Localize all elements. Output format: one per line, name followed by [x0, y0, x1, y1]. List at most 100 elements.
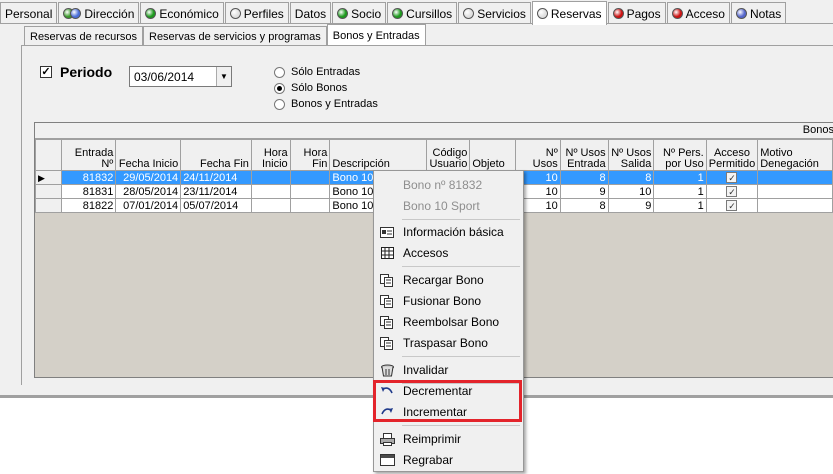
tab-direccion[interactable]: Dirección: [58, 2, 140, 24]
copy-pages-icon: [379, 336, 395, 350]
acceso-checkbox[interactable]: ✓: [726, 200, 738, 211]
info-card-icon: [379, 225, 395, 239]
table-cell[interactable]: 28/05/2014: [115, 184, 182, 199]
col-codigo-usuario[interactable]: Código Usuario: [426, 139, 471, 171]
tab-reservas-servicios[interactable]: Reservas de servicios y programas: [143, 26, 327, 46]
grid-group-header: Bonos: [35, 123, 833, 139]
col-objeto[interactable]: Objeto: [469, 139, 517, 171]
table-cell[interactable]: [250, 170, 291, 185]
tab-socio[interactable]: Socio: [332, 2, 387, 24]
table-cell[interactable]: 8: [559, 170, 609, 185]
col-entrada[interactable]: Entrada Nº: [60, 139, 117, 171]
menu-reembolsar-bono[interactable]: Reembolsar Bono: [376, 312, 521, 332]
trash-icon: [379, 363, 395, 377]
acceso-checkbox[interactable]: ✓: [726, 186, 738, 197]
table-cell[interactable]: 1: [653, 198, 707, 213]
table-cell[interactable]: 29/05/2014: [115, 170, 182, 185]
periodo-filter: ✓ Periodo: [40, 64, 112, 80]
table-cell[interactable]: 8: [559, 198, 609, 213]
radio-solo-bonos[interactable]: Sólo Bonos: [274, 80, 378, 96]
col-fecha-fin[interactable]: Fecha Fin: [180, 139, 252, 171]
table-cell[interactable]: 81832: [60, 170, 117, 185]
row-indicator[interactable]: [35, 184, 62, 199]
acceso-checkbox[interactable]: ✓: [726, 172, 738, 183]
radio-bonos-entradas[interactable]: Bonos y Entradas: [274, 96, 378, 112]
sub-tab-strip: Reservas de recursos Reservas de servici…: [24, 24, 426, 46]
table-cell[interactable]: 9: [607, 198, 655, 213]
table-cell[interactable]: [250, 198, 291, 213]
table-cell[interactable]: 81822: [60, 198, 117, 213]
col-usos[interactable]: Nº Usos: [515, 139, 561, 171]
radio-solo-entradas[interactable]: Sólo Entradas: [274, 64, 378, 80]
tab-label: Notas: [749, 6, 782, 21]
table-cell[interactable]: 1: [653, 170, 707, 185]
status-dot-icon: [463, 8, 475, 19]
context-menu: Bono nº 81832 Bono 10 Sport Información …: [373, 170, 524, 472]
acceso-cell[interactable]: ✓: [705, 184, 759, 199]
chevron-down-icon[interactable]: ▼: [216, 67, 231, 86]
table-cell[interactable]: 10: [607, 184, 655, 199]
row-indicator[interactable]: [35, 198, 62, 213]
col-acceso[interactable]: Acceso Permitido: [705, 139, 759, 171]
table-cell[interactable]: [757, 170, 833, 185]
menu-recargar-bono[interactable]: Recargar Bono: [376, 270, 521, 290]
menu-header-bono-number: Bono nº 81832: [403, 178, 483, 192]
menu-accesos[interactable]: Accesos: [376, 243, 521, 263]
table-cell[interactable]: 8: [607, 170, 655, 185]
tab-pagos[interactable]: Pagos: [607, 2, 666, 24]
status-dot-icon: [337, 8, 349, 19]
status-dot-icon: [392, 8, 404, 19]
table-cell[interactable]: 24/11/2014: [180, 170, 252, 185]
tab-cursillos[interactable]: Cursillos: [387, 2, 458, 24]
top-tab-strip: Personal Dirección Económico Perfiles Datos S…: [0, 1, 787, 25]
table-cell[interactable]: 81831: [60, 184, 117, 199]
highlight-box: [373, 380, 522, 422]
table-cell[interactable]: 23/11/2014: [180, 184, 252, 199]
tab-personal[interactable]: Personal: [0, 2, 58, 24]
menu-fusionar-bono[interactable]: Fusionar Bono: [376, 291, 521, 311]
tab-economico[interactable]: Económico: [140, 2, 224, 24]
tab-reservas-recursos[interactable]: Reservas de recursos: [24, 26, 143, 46]
col-pers-uso[interactable]: Nº Pers. por Uso: [653, 139, 707, 171]
row-indicator[interactable]: ▶: [35, 170, 62, 185]
table-cell[interactable]: 07/01/2014: [115, 198, 182, 213]
menu-traspasar-bono[interactable]: Traspasar Bono: [376, 333, 521, 353]
col-motivo[interactable]: Motivo Denegación: [757, 139, 833, 171]
table-cell[interactable]: 1: [653, 184, 707, 199]
tab-reservas[interactable]: Reservas: [531, 1, 607, 25]
copy-pages-icon: [379, 315, 395, 329]
menu-reimprimir[interactable]: Reimprimir: [376, 429, 521, 449]
col-hora-fin[interactable]: Hora Fin: [289, 139, 331, 171]
menu-informacion-basica[interactable]: Información básica: [376, 222, 521, 242]
tab-servicios[interactable]: Servicios: [458, 2, 531, 24]
col-usos-salida[interactable]: Nº Usos Salida: [607, 139, 655, 171]
menu-invalidar[interactable]: Invalidar: [376, 360, 521, 380]
tab-label: Cursillos: [406, 6, 453, 21]
periodo-checkbox[interactable]: ✓: [40, 66, 52, 78]
col-fecha-inicio[interactable]: Fecha Inicio: [115, 139, 182, 171]
col-descripcion[interactable]: Descripción: [329, 139, 428, 171]
tab-acceso[interactable]: Acceso: [666, 2, 730, 24]
acceso-cell[interactable]: ✓: [705, 170, 759, 185]
table-cell[interactable]: [289, 184, 331, 199]
tab-label: Dirección: [84, 6, 135, 21]
copy-pages-icon: [379, 294, 395, 308]
tab-perfiles[interactable]: Perfiles: [224, 2, 289, 24]
tab-bonos-entradas[interactable]: Bonos y Entradas: [326, 24, 426, 46]
col-hora-inicio[interactable]: Hora Inicio: [250, 139, 291, 171]
tab-notas[interactable]: Notas: [730, 2, 787, 24]
table-cell[interactable]: [289, 170, 331, 185]
status-dot-icon: [145, 8, 157, 19]
table-cell[interactable]: 9: [559, 184, 609, 199]
table-cell[interactable]: [289, 198, 331, 213]
table-cell[interactable]: [757, 198, 833, 213]
col-usos-entrada[interactable]: Nº Usos Entrada: [559, 139, 609, 171]
table-cell[interactable]: 05/07/2014: [180, 198, 252, 213]
acceso-cell[interactable]: ✓: [705, 198, 759, 213]
table-cell[interactable]: [757, 184, 833, 199]
status-dot-icon: [229, 8, 241, 19]
date-picker[interactable]: 03/06/2014 ▼: [129, 66, 232, 87]
menu-regrabar[interactable]: Regrabar: [376, 450, 521, 470]
table-cell[interactable]: [250, 184, 291, 199]
tab-datos[interactable]: Datos: [289, 2, 332, 24]
